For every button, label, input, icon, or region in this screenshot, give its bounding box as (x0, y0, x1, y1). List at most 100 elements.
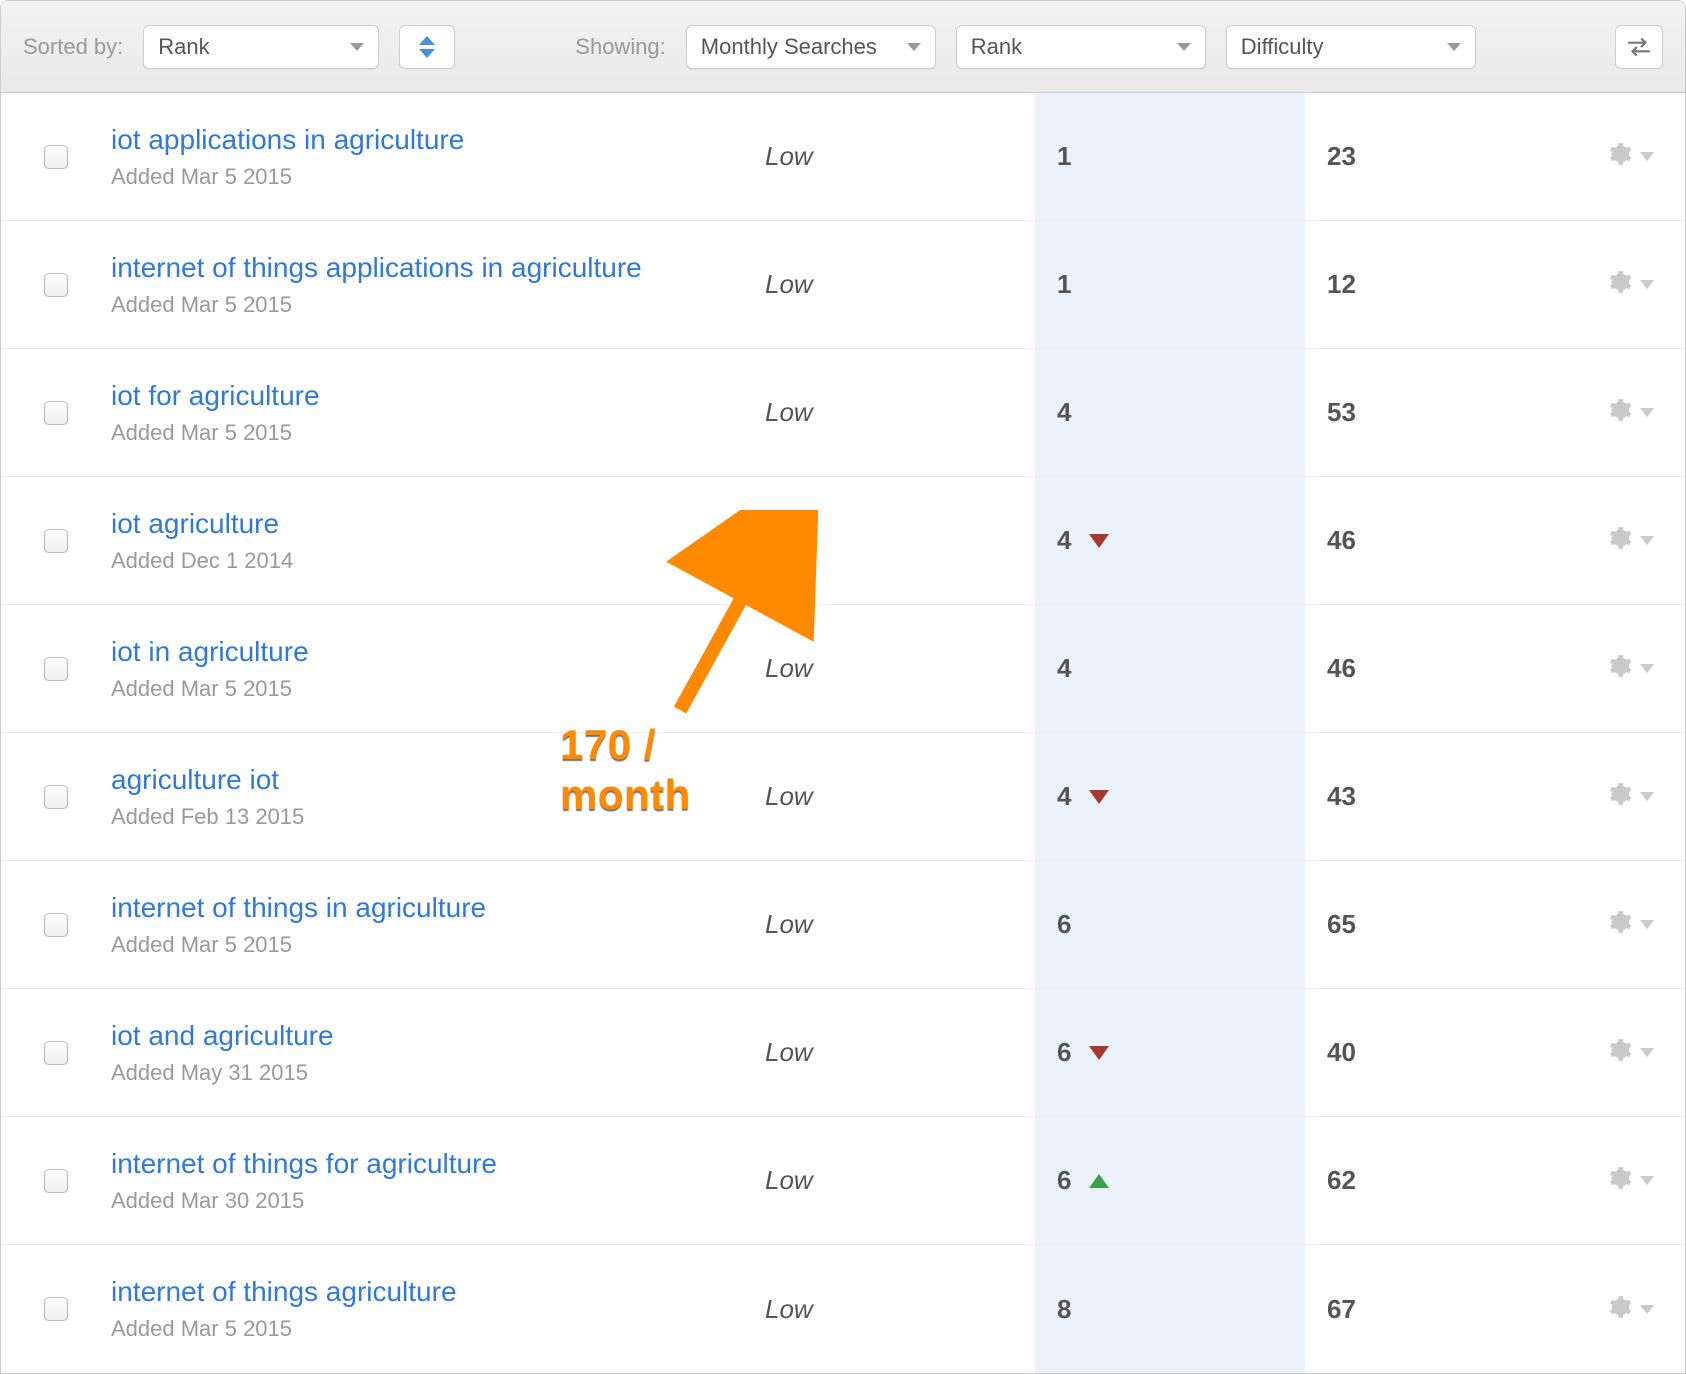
sort-select[interactable]: Rank (143, 25, 379, 69)
keyword-added-date: Added Mar 5 2015 (111, 292, 765, 318)
monthly-searches-cell: Low (765, 653, 1035, 684)
row-actions-menu[interactable] (1575, 653, 1685, 684)
rank-cell: 4 (1035, 605, 1305, 732)
chevron-down-icon (1640, 1176, 1654, 1185)
row-checkbox[interactable] (44, 913, 68, 937)
row-checkbox[interactable] (44, 145, 68, 169)
trend-down-icon (1089, 790, 1109, 804)
row-checkbox-cell (1, 1297, 111, 1321)
rank-value: 1 (1057, 141, 1071, 172)
sort-direction-toggle[interactable] (399, 25, 455, 69)
difficulty-cell: 23 (1305, 141, 1575, 172)
row-checkbox[interactable] (44, 529, 68, 553)
keyword-added-date: Added Mar 5 2015 (111, 932, 765, 958)
keyword-link[interactable]: internet of things applications in agric… (111, 252, 642, 284)
keyword-cell: internet of things in agriculture Added M… (111, 874, 765, 976)
row-checkbox[interactable] (44, 401, 68, 425)
row-checkbox-cell (1, 785, 111, 809)
rank-value: 1 (1057, 269, 1071, 300)
compare-toggle-button[interactable] (1615, 25, 1663, 69)
rank-cell: 4 (1035, 477, 1305, 604)
chevron-down-icon (907, 43, 921, 51)
chevron-down-icon (1640, 792, 1654, 801)
table-row: internet of things applications in agric… (1, 221, 1685, 349)
difficulty-cell: 40 (1305, 1037, 1575, 1068)
difficulty-cell: 46 (1305, 525, 1575, 556)
trend-down-icon (1089, 1046, 1109, 1060)
difficulty-cell: 67 (1305, 1294, 1575, 1325)
difficulty-cell: 65 (1305, 909, 1575, 940)
row-actions-menu[interactable] (1575, 525, 1685, 556)
monthly-searches-cell: Low (765, 909, 1035, 940)
chevron-down-icon (1640, 1305, 1654, 1314)
row-checkbox[interactable] (44, 1041, 68, 1065)
chevron-down-icon (1640, 536, 1654, 545)
row-actions-menu[interactable] (1575, 909, 1685, 940)
column-difficulty-label: Difficulty (1241, 34, 1324, 60)
rank-value: 6 (1057, 1037, 1071, 1068)
keyword-link[interactable]: iot agriculture (111, 508, 279, 540)
rank-cell: 1 (1035, 221, 1305, 348)
keyword-cell: agriculture iot Added Feb 13 2015 (111, 746, 765, 848)
column-rank-label: Rank (971, 34, 1022, 60)
keyword-added-date: Added Feb 13 2015 (111, 804, 765, 830)
keyword-added-date: Added Dec 1 2014 (111, 548, 765, 574)
keyword-cell: internet of things for agriculture Added … (111, 1130, 765, 1232)
keyword-cell: iot and agricultureAdded May 31 2015 (111, 1002, 765, 1104)
row-actions-menu[interactable] (1575, 397, 1685, 428)
row-checkbox-cell (1, 1041, 111, 1065)
difficulty-cell: 62 (1305, 1165, 1575, 1196)
keyword-link[interactable]: iot in agriculture (111, 636, 309, 668)
row-checkbox-cell (1, 657, 111, 681)
keyword-link[interactable]: agriculture iot (111, 764, 279, 796)
keyword-link[interactable]: internet of things in agriculture (111, 892, 486, 924)
sort-asc-icon (419, 36, 435, 45)
row-checkbox[interactable] (44, 657, 68, 681)
keyword-added-date: Added Mar 5 2015 (111, 164, 765, 190)
table-row: iot applications in agriculture Added Mar… (1, 93, 1685, 221)
gear-icon (1606, 1294, 1632, 1325)
toolbar: Sorted by: Rank Showing: Monthly Searche… (1, 1, 1685, 93)
sort-select-value: Rank (158, 34, 209, 60)
row-checkbox[interactable] (44, 273, 68, 297)
gear-icon (1606, 525, 1632, 556)
keyword-added-date: Added Mar 30 2015 (111, 1188, 765, 1214)
row-checkbox[interactable] (44, 785, 68, 809)
column-searches-select[interactable]: Monthly Searches (686, 25, 936, 69)
rank-cell: 6 (1035, 989, 1305, 1116)
row-checkbox[interactable] (44, 1169, 68, 1193)
keyword-link[interactable]: iot applications in agriculture (111, 124, 464, 156)
column-rank-select[interactable]: Rank (956, 25, 1206, 69)
row-checkbox[interactable] (44, 1297, 68, 1321)
row-actions-menu[interactable] (1575, 1294, 1685, 1325)
gear-icon (1606, 1037, 1632, 1068)
row-actions-menu[interactable] (1575, 781, 1685, 812)
row-actions-menu[interactable] (1575, 1165, 1685, 1196)
rank-value: 6 (1057, 909, 1071, 940)
column-difficulty-select[interactable]: Difficulty (1226, 25, 1476, 69)
difficulty-cell: 53 (1305, 397, 1575, 428)
keyword-link[interactable]: internet of things agriculture (111, 1276, 457, 1308)
row-actions-menu[interactable] (1575, 1037, 1685, 1068)
gear-icon (1606, 141, 1632, 172)
rank-value: 4 (1057, 397, 1071, 428)
rank-cell: 6 (1035, 861, 1305, 988)
row-checkbox-cell (1, 529, 111, 553)
keyword-cell: iot for agriculture Added Mar 5 2015 (111, 362, 765, 464)
row-actions-menu[interactable] (1575, 269, 1685, 300)
keyword-cell: iot in agriculture Added Mar 5 2015 (111, 618, 765, 720)
chevron-down-icon (1640, 408, 1654, 417)
table-row: iot and agricultureAdded May 31 2015Low6… (1, 989, 1685, 1117)
keyword-added-date: Added Mar 5 2015 (111, 676, 765, 702)
rank-cell: 4 (1035, 349, 1305, 476)
keyword-link[interactable]: iot and agriculture (111, 1020, 334, 1052)
rank-value: 8 (1057, 1294, 1071, 1325)
swap-icon (1626, 36, 1652, 58)
rank-value: 6 (1057, 1165, 1071, 1196)
row-actions-menu[interactable] (1575, 141, 1685, 172)
keyword-link[interactable]: iot for agriculture (111, 380, 320, 412)
keyword-added-date: Added Mar 5 2015 (111, 1316, 765, 1342)
keyword-link[interactable]: internet of things for agriculture (111, 1148, 497, 1180)
keyword-added-date: Added Mar 5 2015 (111, 420, 765, 446)
rank-cell: 8 (1035, 1245, 1305, 1373)
